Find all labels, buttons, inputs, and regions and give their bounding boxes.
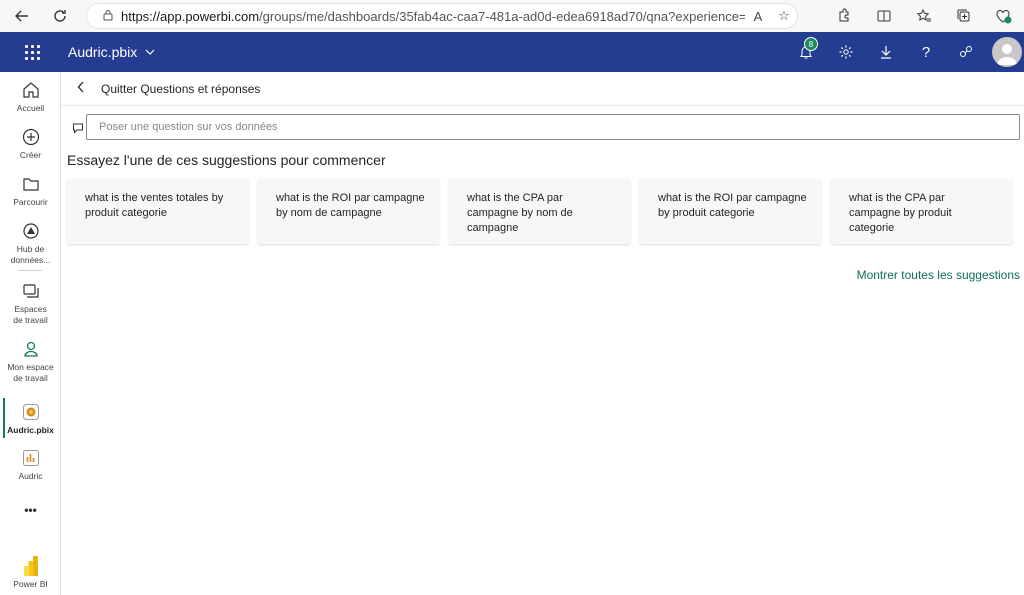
refresh-icon[interactable] xyxy=(46,2,74,30)
left-navigation: Accueil Créer Parcourir Hub de données..… xyxy=(0,72,61,595)
lock-icon xyxy=(95,9,121,24)
back-arrow-icon[interactable] xyxy=(8,2,36,30)
more-icon: ••• xyxy=(24,503,37,517)
power-bi-brand[interactable]: Power BI xyxy=(0,556,61,590)
person-icon xyxy=(21,339,41,359)
user-avatar[interactable] xyxy=(992,37,1022,67)
suggestion-cards: what is the ventes totales by produit ca… xyxy=(67,179,1012,244)
nav-more-button[interactable]: ••• xyxy=(0,502,61,516)
suggestion-card[interactable]: what is the ventes totales by produit ca… xyxy=(67,179,248,244)
home-icon xyxy=(21,80,41,100)
url-text: https://app.powerbi.com/groups/me/dashbo… xyxy=(121,8,745,24)
favorite-star-icon[interactable]: ☆ xyxy=(771,8,797,24)
nav-item-data-hub[interactable]: Hub de données... xyxy=(0,221,61,266)
browser-essentials-icon[interactable] xyxy=(984,2,1024,30)
nav-item-workspaces[interactable]: Espaces de travail xyxy=(0,281,61,326)
nav-item-home[interactable]: Accueil xyxy=(0,80,61,114)
app-header: Audric.pbix 8 ? xyxy=(0,32,1024,72)
suggestion-card[interactable]: what is the ROI par campagne by produit … xyxy=(640,179,821,244)
nav-divider xyxy=(18,270,42,271)
qna-input-row xyxy=(61,114,1024,142)
suggestions-title: Essayez l'une de ces suggestions pour co… xyxy=(67,152,386,168)
plus-circle-icon xyxy=(21,127,41,147)
nav-item-my-workspace[interactable]: Mon espace de travail xyxy=(0,339,61,384)
nav-item-audric-report[interactable]: Audric xyxy=(0,448,61,482)
suggestion-card[interactable]: what is the CPA par campagne by produit … xyxy=(831,179,1012,244)
folder-icon xyxy=(21,174,41,194)
nav-item-create[interactable]: Créer xyxy=(0,127,61,161)
nav-item-audric-pbix[interactable]: Audric.pbix xyxy=(0,402,61,436)
report-icon xyxy=(21,448,41,468)
app-title-dropdown[interactable]: Audric.pbix xyxy=(68,44,155,60)
collections-icon[interactable] xyxy=(944,2,984,30)
settings-gear-icon[interactable] xyxy=(826,32,866,72)
download-icon[interactable] xyxy=(866,32,906,72)
workspaces-icon xyxy=(21,281,41,301)
browser-toolbar: https://app.powerbi.com/groups/me/dashbo… xyxy=(0,0,1024,32)
chevron-left-icon[interactable] xyxy=(77,81,93,96)
qna-topbar: Quitter Questions et réponses xyxy=(61,72,1024,106)
data-hub-icon xyxy=(21,221,41,241)
help-icon[interactable]: ? xyxy=(906,32,946,72)
notification-badge: 8 xyxy=(804,37,818,51)
quit-qna-button[interactable]: Quitter Questions et réponses xyxy=(101,82,260,96)
chevron-down-icon xyxy=(145,49,155,55)
app-title: Audric.pbix xyxy=(68,44,138,60)
pbix-icon xyxy=(21,402,41,422)
suggestion-card[interactable]: what is the CPA par campagne by nom de c… xyxy=(449,179,630,244)
suggestion-card[interactable]: what is the ROI par campagne by nom de c… xyxy=(258,179,439,244)
favorites-icon[interactable] xyxy=(904,2,944,30)
qna-question-input[interactable] xyxy=(86,114,1020,140)
show-all-suggestions-link[interactable]: Montrer toutes les suggestions xyxy=(857,268,1020,282)
split-screen-icon[interactable] xyxy=(864,2,904,30)
nav-item-browse[interactable]: Parcourir xyxy=(0,174,61,208)
notifications-icon[interactable]: 8 xyxy=(786,32,826,72)
app-launcher-icon[interactable] xyxy=(0,44,64,60)
read-aloud-icon[interactable]: A xyxy=(745,9,771,24)
address-bar[interactable]: https://app.powerbi.com/groups/me/dashbo… xyxy=(86,3,798,29)
extensions-icon[interactable] xyxy=(824,2,864,30)
power-bi-logo-icon xyxy=(21,556,41,576)
share-feedback-icon[interactable] xyxy=(946,32,986,72)
